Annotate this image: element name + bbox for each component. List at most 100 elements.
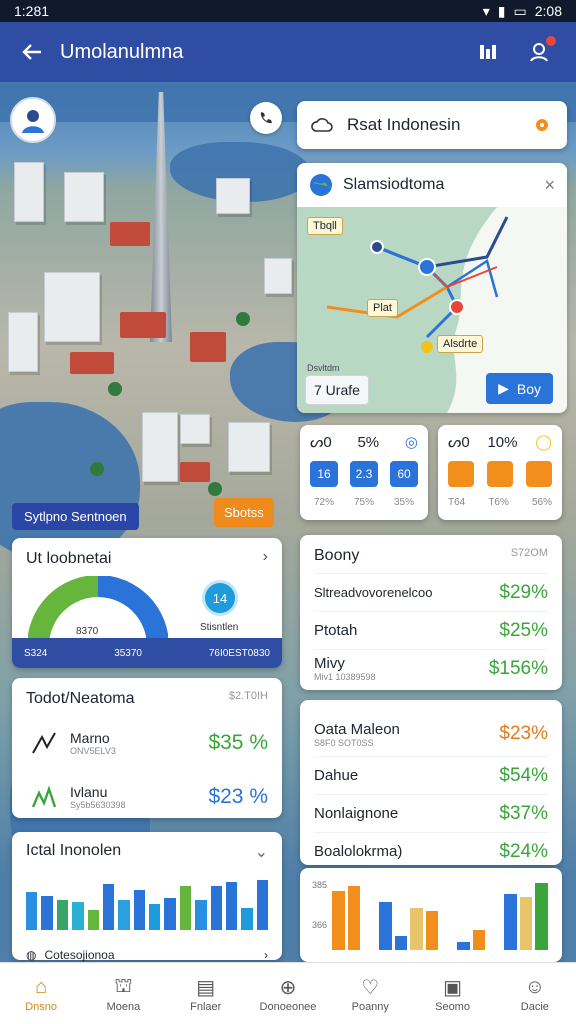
metric-value: $29% bbox=[499, 581, 548, 603]
back-button[interactable] bbox=[14, 34, 50, 70]
metric-row[interactable]: Nonlaignone $37% bbox=[314, 794, 548, 832]
compass-icon: ⊕ bbox=[279, 977, 297, 999]
stat-row: ᔕ0 10% ◯ bbox=[448, 433, 552, 452]
nav-item-home[interactable]: ⌂ Dnsno bbox=[11, 975, 71, 1013]
metric-row[interactable]: Sltreadvovorenelcoo $29% bbox=[314, 573, 548, 611]
chart-bar bbox=[164, 898, 176, 930]
right-metric-card-top[interactable]: Boony S72OM Sltreadvovorenelcoo $29% Pto… bbox=[300, 535, 562, 690]
sun-icon[interactable] bbox=[531, 114, 553, 136]
building bbox=[14, 162, 44, 222]
left-metric-card[interactable]: Todot/Neatoma $2.T0IH Marno ONV5ELV3 $35 … bbox=[12, 678, 282, 818]
building bbox=[44, 272, 100, 342]
metric-row[interactable]: Ptotah $25% bbox=[314, 611, 548, 649]
gauge-foot-mid: 35370 bbox=[114, 647, 142, 659]
close-icon[interactable]: × bbox=[544, 175, 555, 196]
search-label: Rsat Indonesin bbox=[347, 115, 461, 134]
route-info: Dsvltdm bbox=[307, 363, 340, 373]
metric-meta: S72OM bbox=[510, 547, 548, 559]
nav-item-map-pin[interactable]: ⛫ Moena bbox=[93, 975, 153, 1013]
phone-icon bbox=[260, 112, 272, 124]
metric-sub: ONV5ELV3 bbox=[70, 746, 116, 756]
metric-value: $23 % bbox=[208, 785, 268, 808]
metric-label: Ivlanu bbox=[70, 784, 108, 800]
stat-foot-value: 56% bbox=[531, 497, 552, 508]
chart-bar bbox=[332, 891, 345, 950]
building bbox=[8, 312, 38, 372]
nav-item-heart[interactable]: ♡ Poanny bbox=[340, 975, 400, 1013]
notifications-button[interactable] bbox=[522, 34, 558, 70]
chart-bar bbox=[149, 904, 161, 930]
map-tag[interactable]: Alsdrte bbox=[437, 335, 484, 353]
building bbox=[264, 258, 292, 294]
right-metric-card-bottom[interactable]: Oata Maleon S8F0 SOT0SS $23% Dahue $54% N… bbox=[300, 700, 562, 865]
map-pin-icon: ⛫ bbox=[114, 975, 133, 997]
metric-row[interactable]: Oata Maleon S8F0 SOT0SS $23% bbox=[314, 712, 548, 756]
map-tag[interactable]: Plat bbox=[367, 299, 398, 317]
metric-row-label: Ivlanu Sy5b5630398 bbox=[70, 784, 208, 810]
metric-row[interactable]: Marno ONV5ELV3 $35 % bbox=[26, 716, 268, 770]
metric-value: $54% bbox=[499, 764, 548, 786]
bottom-navigation: ⌂ Dnsno ⛫ Moena ▤ Fnlaer ⊕ Donoeonee ♡ Poanny ▣ Seo… bbox=[0, 962, 576, 1024]
profile-avatar[interactable] bbox=[10, 97, 56, 143]
call-button[interactable] bbox=[250, 102, 282, 134]
nav-item-profile[interactable]: ☺ Dacie bbox=[505, 975, 565, 1013]
tree bbox=[90, 462, 104, 476]
bar-chart-button[interactable] bbox=[470, 34, 506, 70]
building bbox=[228, 422, 270, 472]
right-bar-chart bbox=[332, 878, 548, 950]
metric-title: Boony bbox=[314, 547, 360, 564]
gauge-circle-text: 14 bbox=[212, 590, 228, 606]
back-arrow-icon bbox=[22, 44, 41, 60]
gauge-circle-value[interactable]: 14 bbox=[202, 580, 238, 616]
rooftop bbox=[70, 352, 114, 374]
gauge-card[interactable]: Ut loobnetai › 8370 14 Stisntlen S324 35… bbox=[12, 538, 282, 668]
chevron-right-icon[interactable]: › bbox=[263, 548, 268, 566]
search-bar[interactable]: Rsat Indonesin bbox=[297, 101, 567, 149]
stats-card-right: ᔕ0 10% ◯ T64 T6% 56% bbox=[438, 425, 562, 520]
chart-bar bbox=[425, 910, 439, 950]
route-header: Slamsiodtoma × bbox=[297, 163, 567, 207]
stat-chip[interactable] bbox=[526, 461, 552, 487]
stat-value: 10% bbox=[487, 433, 518, 451]
rooftop bbox=[120, 312, 166, 338]
metric-title: Todot/Neatoma bbox=[26, 690, 135, 707]
nav-item-list[interactable]: ▤ Fnlaer bbox=[176, 975, 236, 1013]
stat-chip[interactable]: 16 bbox=[310, 461, 338, 487]
route-action-button[interactable]: ▶ Boy bbox=[486, 373, 553, 404]
bar-chart-footer[interactable]: ◍ Cotesojionoa › bbox=[26, 948, 268, 962]
metric-row[interactable]: Boalolokrma) $24% bbox=[314, 832, 548, 870]
chart-bar bbox=[26, 892, 38, 930]
bar-chart-footer-label: Cotesojionoa bbox=[44, 948, 115, 962]
route-panel: Slamsiodtoma × Tbqll Plat Alsdrte Dsvltd… bbox=[297, 163, 567, 413]
metric-row[interactable]: Mivy Miv1 10389598 $156% bbox=[314, 649, 548, 687]
bar-chart-icon bbox=[480, 45, 496, 59]
wifi-icon: ▾ bbox=[482, 2, 490, 19]
stat-chip[interactable]: 2.3 bbox=[350, 461, 378, 487]
rooftop bbox=[110, 222, 150, 246]
nav-item-calendar[interactable]: ▣ Seomo bbox=[423, 975, 483, 1013]
stat-foot-value: 35% bbox=[393, 497, 414, 508]
nav-item-label: Poanny bbox=[351, 1000, 389, 1013]
stat-chip[interactable]: 60 bbox=[390, 461, 418, 487]
home-icon: ⌂ bbox=[35, 976, 48, 998]
metric-row[interactable]: Ivlanu Sy5b5630398 $23 % bbox=[26, 770, 268, 824]
stat-chip[interactable] bbox=[448, 461, 474, 487]
status-bar: 1:281 ▾ ▮ ▭ 2:08 bbox=[0, 0, 576, 22]
chart-bar bbox=[256, 880, 268, 930]
chevron-right-icon: › bbox=[264, 948, 268, 962]
stat-foot-value: T6% bbox=[488, 497, 509, 508]
metric-label: Boalolokrma) bbox=[314, 843, 403, 860]
map-status-button[interactable]: Sbotss bbox=[214, 498, 274, 527]
metric-row[interactable]: Dahue $54% bbox=[314, 756, 548, 794]
map-tag[interactable]: Tbqll bbox=[307, 217, 343, 235]
nav-item-compass[interactable]: ⊕ Donoeonee bbox=[258, 975, 318, 1013]
bar-chart-card[interactable]: Ictal Inonolen ⌄ ◍ Cotesojionoa › bbox=[12, 832, 282, 962]
right-bar-chart-card[interactable]: 385 366 bbox=[300, 868, 562, 962]
metric-label: Mivy bbox=[314, 655, 345, 672]
eta-label: 7 Urafe bbox=[305, 375, 369, 405]
tower-landmark bbox=[150, 92, 172, 342]
stat-chip[interactable] bbox=[487, 461, 513, 487]
chevron-down-icon[interactable]: ⌄ bbox=[255, 842, 268, 862]
metric-value: $37% bbox=[499, 802, 548, 824]
map-location-label[interactable]: Sytlpno Sentnoen bbox=[12, 503, 139, 530]
